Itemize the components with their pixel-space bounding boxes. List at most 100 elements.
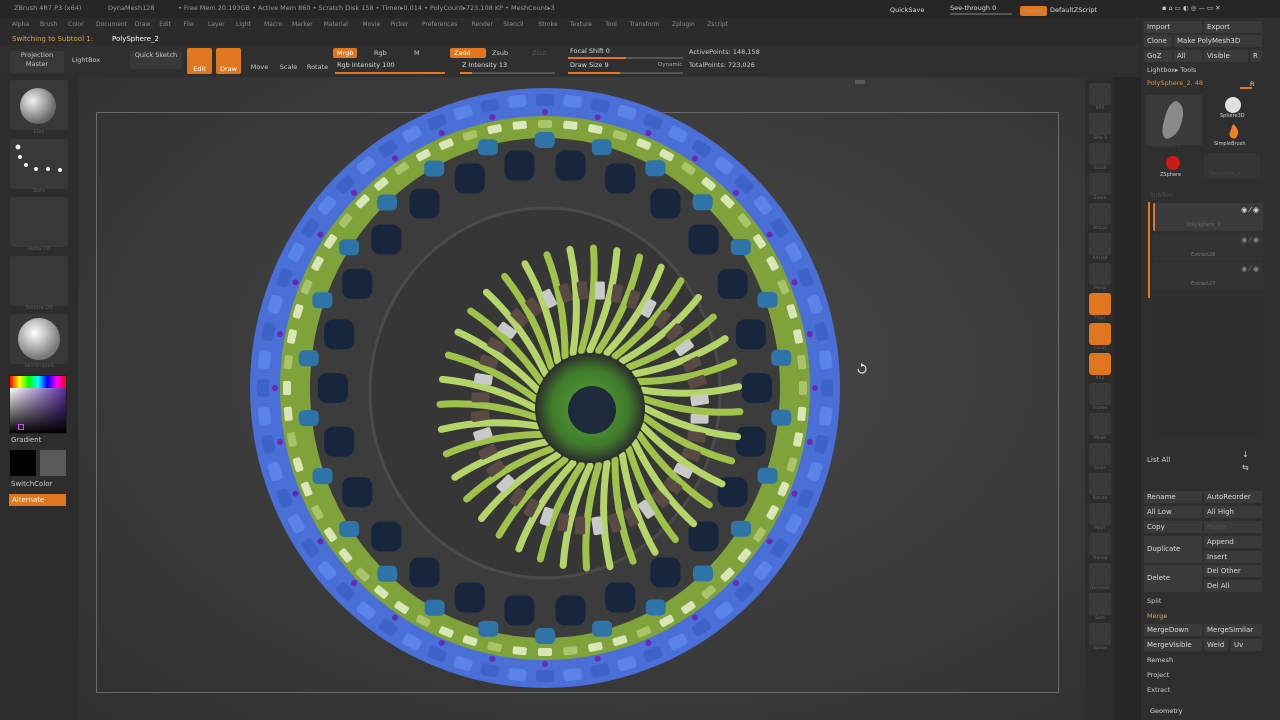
persp-icon[interactable]: [1089, 263, 1111, 285]
zadd-button[interactable]: Zadd: [450, 48, 486, 58]
zoom-icon[interactable]: [1089, 173, 1111, 195]
gradient-toggle[interactable]: Gradient: [11, 436, 41, 444]
hue-strip[interactable]: [10, 376, 66, 388]
zcut-button[interactable]: Zcut: [528, 48, 551, 58]
insert-button[interactable]: Insert: [1204, 551, 1262, 563]
merge-similar-button[interactable]: MergeSimilar: [1204, 624, 1262, 636]
subtool-header[interactable]: SubTool: [1150, 192, 1173, 199]
del-all-button[interactable]: Del All: [1204, 580, 1262, 592]
solo-icon[interactable]: [1089, 593, 1111, 615]
all-button[interactable]: All: [1174, 50, 1202, 62]
menu-texture[interactable]: Texture: [570, 21, 592, 28]
transp-icon[interactable]: [1089, 533, 1111, 555]
actual-icon[interactable]: [1089, 203, 1111, 225]
brush-thumbnail[interactable]: [10, 80, 68, 130]
visible-button[interactable]: Visible: [1204, 50, 1248, 62]
alpha-thumbnail[interactable]: [10, 197, 68, 247]
secondary-color-swatch[interactable]: [40, 450, 66, 476]
zsub-button[interactable]: Zsub: [488, 48, 512, 58]
dynamic-icon[interactable]: [1089, 563, 1111, 585]
draw-button[interactable]: Draw: [216, 48, 241, 74]
menu-draw[interactable]: Draw: [135, 21, 151, 28]
weld-toggle[interactable]: Weld: [1204, 639, 1228, 651]
menu-edit[interactable]: Edit: [159, 21, 171, 28]
copy-button[interactable]: Copy: [1144, 521, 1202, 533]
make-polymesh-button[interactable]: Make PolyMesh3D: [1174, 35, 1262, 47]
uv-toggle[interactable]: Uv: [1231, 639, 1262, 651]
goz-button[interactable]: GoZ: [1144, 50, 1172, 62]
duplicate-button[interactable]: Duplicate: [1144, 536, 1202, 563]
quicksave-button[interactable]: QuickSave: [890, 6, 924, 14]
tool-polysphere-thumb[interactable]: [1146, 95, 1202, 145]
menu-transform[interactable]: Transform: [630, 21, 660, 28]
subtool-row-1[interactable]: PolySphere_2 ◉ ⁄ ◉: [1153, 203, 1263, 231]
all-low-button[interactable]: All Low: [1144, 506, 1202, 518]
tool-zsphere-thumb[interactable]: [1162, 153, 1184, 173]
r-button[interactable]: R: [1250, 50, 1262, 62]
switch-color-button[interactable]: SwitchColor: [11, 480, 52, 488]
xpose-icon[interactable]: [1089, 623, 1111, 645]
rgb-button[interactable]: Rgb: [370, 48, 391, 58]
menu-tool[interactable]: Tool: [605, 21, 617, 28]
paste-button[interactable]: Paste: [1204, 521, 1262, 533]
window-controls[interactable]: ▪ ⌂ ▭ ◐ ◎ — ▭ ✕: [1162, 4, 1221, 12]
extract-menu[interactable]: Extract: [1147, 686, 1170, 694]
split-menu[interactable]: Split: [1147, 597, 1161, 605]
menu-stroke[interactable]: Stroke: [538, 21, 557, 28]
rotate-button[interactable]: Rotate: [305, 63, 330, 72]
projection-master-button[interactable]: Projection Master: [10, 51, 64, 73]
move-icon[interactable]: [1089, 413, 1111, 435]
spix-3-icon[interactable]: [1089, 113, 1111, 135]
color-picker[interactable]: [9, 375, 67, 434]
bpr-icon[interactable]: [1089, 83, 1111, 105]
subtool-visibility-icon-2[interactable]: ◉ ⁄ ◉: [1241, 236, 1259, 244]
subtool-row-2[interactable]: Extract28 ◉ ⁄ ◉: [1153, 233, 1263, 261]
edit-button[interactable]: Edit: [187, 48, 212, 74]
local-icon[interactable]: [1089, 323, 1111, 345]
menu-light[interactable]: Light: [236, 21, 251, 28]
dynamic-toggle[interactable]: Dynamic: [654, 60, 686, 70]
rotate-icon[interactable]: [1089, 473, 1111, 495]
alternate-button[interactable]: Alternate: [9, 494, 66, 506]
append-button[interactable]: Append: [1204, 536, 1262, 548]
menu-preferences[interactable]: Preferences: [422, 21, 457, 28]
menu-macro[interactable]: Macro: [264, 21, 282, 28]
frame-icon[interactable]: [1089, 383, 1111, 405]
menu-zplugin[interactable]: Zplugin: [672, 21, 695, 28]
export-button[interactable]: Export: [1204, 21, 1262, 33]
floor-icon[interactable]: [1089, 293, 1111, 315]
del-other-button[interactable]: Del Other: [1204, 565, 1262, 577]
menu-file[interactable]: File: [184, 21, 194, 28]
quick-sketch-button[interactable]: Quick Sketch: [130, 51, 182, 69]
arrow-down-icon[interactable]: ↓: [1242, 450, 1249, 459]
z-intensity-slider[interactable]: [460, 72, 555, 74]
scale-button[interactable]: Scale: [276, 63, 301, 72]
subtool-visibility-icon-3[interactable]: ◉ ⁄ ◉: [1241, 265, 1259, 273]
menu-color[interactable]: Color: [68, 21, 84, 28]
lightbox-button[interactable]: LightBox: [66, 56, 106, 65]
menu-render[interactable]: Render: [472, 21, 493, 28]
merge-down-button[interactable]: MergeDown: [1144, 624, 1202, 636]
m-button[interactable]: M: [410, 48, 424, 58]
geometry-menu[interactable]: Geometry: [1150, 707, 1182, 715]
menu-document[interactable]: Document: [96, 21, 127, 28]
merge-menu[interactable]: Merge: [1147, 612, 1167, 620]
subtool-row-3[interactable]: Extract27 ◉ ⁄ ◉: [1153, 262, 1263, 290]
scroll-icon[interactable]: [1089, 143, 1111, 165]
material-thumbnail[interactable]: [10, 314, 68, 364]
scale-icon[interactable]: [1089, 443, 1111, 465]
default-zscript-button[interactable]: DefaultZScript: [1050, 6, 1097, 14]
menu-material[interactable]: Material: [324, 21, 348, 28]
lightbox-tools-button[interactable]: Lightbox▸ Tools: [1147, 66, 1196, 74]
remesh-menu[interactable]: Remesh: [1147, 656, 1173, 664]
clone-button[interactable]: Clone: [1144, 35, 1172, 47]
see-through-slider[interactable]: See-through 0: [950, 4, 996, 12]
menu-zscript[interactable]: Zscript: [707, 21, 728, 28]
project-menu[interactable]: Project: [1147, 671, 1169, 679]
menu-brush[interactable]: Brush: [40, 21, 57, 28]
delete-button[interactable]: Delete: [1144, 565, 1202, 592]
mrgb-button[interactable]: Mrgb: [333, 48, 358, 58]
menu-alpha[interactable]: Alpha: [12, 21, 29, 28]
rename-button[interactable]: Rename: [1144, 491, 1202, 503]
xyz-icon[interactable]: [1089, 353, 1111, 375]
